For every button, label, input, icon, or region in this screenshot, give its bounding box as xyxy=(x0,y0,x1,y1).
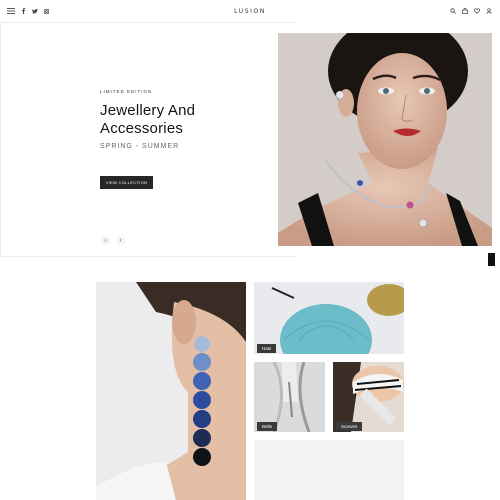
hero-eyebrow: LIMITED EDITION xyxy=(100,89,153,94)
category-label-scarves[interactable]: Scarves xyxy=(336,422,363,431)
hero-panel xyxy=(0,22,297,257)
hat-illustration xyxy=(254,282,404,354)
earring-illustration xyxy=(96,282,246,500)
category-label-belts[interactable]: Belts xyxy=(257,422,278,431)
category-tile-belts[interactable]: Belts xyxy=(254,362,325,432)
prev-slide-button[interactable]: ‹ xyxy=(101,236,110,245)
site-header: LUSION xyxy=(0,0,500,24)
hero-model-image xyxy=(278,33,492,246)
hero-title-line-1: Jewellery And xyxy=(100,102,196,119)
user-icon[interactable] xyxy=(486,8,492,14)
category-tile-hats[interactable]: Hats xyxy=(254,282,404,354)
next-slide-button[interactable]: › xyxy=(116,236,125,245)
view-collection-button[interactable]: VIEW COLLECTION xyxy=(100,176,153,189)
side-panel-tab[interactable] xyxy=(488,253,495,266)
hero-model-illustration xyxy=(278,33,492,246)
earring-feature-tile[interactable] xyxy=(96,282,246,500)
slider-controls: ‹ › xyxy=(101,236,125,245)
hero-title: Jewellery And Accessories xyxy=(100,102,195,138)
header-actions xyxy=(450,8,492,14)
category-tile-extra[interactable] xyxy=(254,440,404,500)
category-tile-scarves[interactable]: Scarves xyxy=(333,362,404,432)
hero-subtitle: SPRING - SUMMER xyxy=(100,143,180,150)
category-label-hats[interactable]: Hats xyxy=(257,344,277,353)
hero-title-line-2: Accessories xyxy=(100,120,184,137)
search-icon[interactable] xyxy=(450,8,456,14)
wishlist-icon[interactable] xyxy=(474,8,480,14)
cart-icon[interactable] xyxy=(462,8,468,14)
site-logo[interactable]: LUSION xyxy=(0,8,500,15)
